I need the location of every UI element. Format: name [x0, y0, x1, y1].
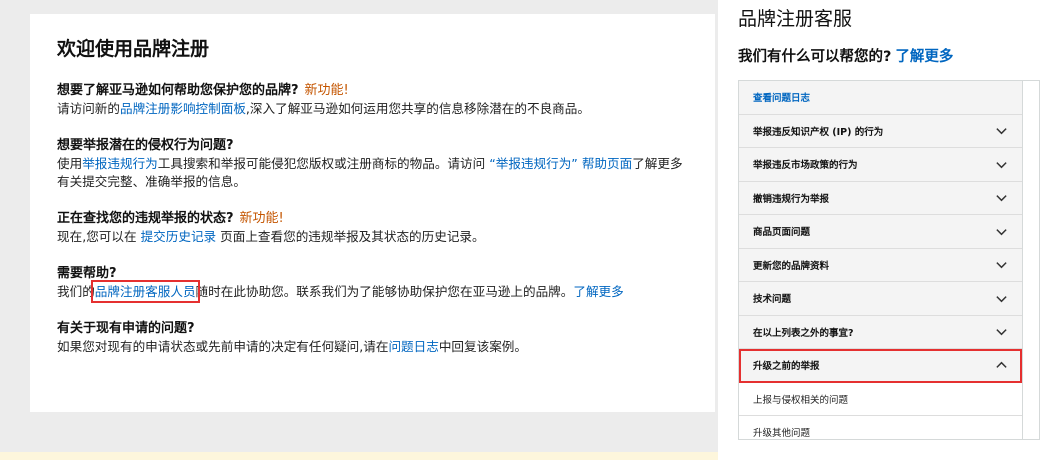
accordion-item-policy-violation[interactable]: 举报违反市场政策的行为 [739, 148, 1022, 182]
section-report-violation: 想要举报潜在的侵权行为问题? 使用举报违规行为工具搜索和举报可能侵犯您版权或注册… [57, 137, 688, 191]
body-text: 现在,您可以在 [57, 229, 141, 244]
heading-text: 想要了解亚马逊如何帮助您保护您的品牌? [57, 83, 299, 98]
body-text: 页面上查看您的违规举报及其状态的历史记录。 [216, 229, 485, 244]
item-label: 商品页面问题 [753, 227, 811, 239]
section-heading: 有关于现有申请的问题? [57, 321, 195, 336]
section-heading: 正在查找您的违规举报的状态? 新功能! [57, 210, 688, 228]
accordion-item-update-brand[interactable]: 更新您的品牌资料 [739, 249, 1022, 282]
chevron-down-icon [996, 228, 1007, 236]
section-body: 使用举报违规行为工具搜索和举报可能侵犯您版权或注册商标的物品。请访问 “举报违规… [57, 155, 688, 191]
section-heading: 需要帮助? [57, 266, 117, 281]
support-accordion: 查看问题日志 举报违反知识产权 (IP) 的行为 举报违反市场政策的行为 撤销违… [738, 80, 1040, 440]
section-heading: 想要了解亚马逊如何帮助您保护您的品牌? 新功能! [57, 82, 688, 100]
body-text: 随时在此协助您。联系我们为了能够协助保护您在亚马逊上的品牌。 [195, 284, 574, 299]
accordion-item-withdraw-report[interactable]: 撤销违规行为举报 [739, 182, 1022, 215]
submission-history-link[interactable]: 提交历史记录 [141, 229, 217, 244]
section-brand-protection: 想要了解亚马逊如何帮助您保护您的品牌? 新功能! 请访问新的品牌注册影响控制面板,… [57, 82, 688, 118]
section-body: 请访问新的品牌注册影响控制面板,深入了解亚马逊如何运用您共享的信息移除潜在的不良… [57, 100, 688, 118]
item-label: 更新您的品牌资料 [753, 260, 830, 272]
learn-more-link[interactable]: 了解更多 [573, 284, 623, 299]
section-body: 我们的品牌注册客服人员随时在此协助您。联系我们为了能够协助保护您在亚马逊上的品牌… [57, 280, 688, 303]
item-label: 撤销违规行为举报 [753, 193, 830, 205]
accordion-item-escalate-report[interactable]: 升级之前的举报 [739, 349, 1022, 383]
item-label: 技术问题 [753, 294, 792, 306]
accordion-item-other-matters[interactable]: 在以上列表之外的事宜? [739, 316, 1022, 349]
body-text: 中回复该案例。 [438, 339, 527, 354]
chevron-down-icon [996, 128, 1007, 135]
heading-text: 正在查找您的违规举报的状态? [57, 211, 234, 226]
new-feature-badge: 新功能! [304, 83, 349, 98]
accordion-item-technical[interactable]: 技术问题 [739, 282, 1022, 316]
chevron-down-icon [996, 161, 1007, 169]
impact-dashboard-link[interactable]: 品牌注册影响控制面板 [120, 101, 246, 116]
section-need-help: 需要帮助? 我们的品牌注册客服人员随时在此协助您。联系我们为了能够协助保护您在亚… [57, 265, 688, 303]
report-violation-link[interactable]: 举报违规行为 [82, 156, 158, 171]
item-label: 上报与侵权相关的问题 [753, 394, 849, 406]
item-label: 举报违反知识产权 (IP) 的行为 [753, 126, 884, 138]
item-label: 升级之前的举报 [753, 361, 820, 373]
accordion-list: 查看问题日志 举报违反知识产权 (IP) 的行为 举报违反市场政策的行为 撤销违… [739, 81, 1023, 439]
item-label: 在以上列表之外的事宜? [753, 327, 854, 339]
chevron-down-icon [996, 295, 1007, 303]
section-body: 现在,您可以在 提交历史记录 页面上查看您的违规举报及其状态的历史记录。 [57, 228, 688, 246]
panel-learn-more-link[interactable]: 了解更多 [895, 49, 953, 65]
item-label: 举报违反市场政策的行为 [753, 160, 858, 172]
section-report-status: 正在查找您的违规举报的状态? 新功能! 现在,您可以在 提交历史记录 页面上查看您… [57, 210, 688, 246]
panel-title: 品牌注册客服 [738, 8, 853, 30]
section-body: 如果您对现有的申请状态或先前申请的决定有任何疑问,请在问题日志中回复该案例。 [57, 338, 688, 356]
item-label: 查看问题日志 [753, 93, 811, 105]
section-heading: 想要举报潜在的侵权行为问题? [57, 138, 234, 153]
report-violation-help-link[interactable]: “举报违规行为” 帮助页面 [489, 156, 632, 171]
brand-support-link[interactable]: 品牌注册客服人员 [90, 280, 200, 303]
body-text: 我们的 [57, 284, 95, 299]
support-panel: 品牌注册客服 我们有什么可以帮您的? 了解更多 查看问题日志 举报违反知识产权 (… [718, 0, 1044, 460]
body-text: 工具搜索和举报可能侵犯您版权或注册商标的物品。请访问 [157, 156, 490, 171]
welcome-card: 欢迎使用品牌注册 想要了解亚马逊如何帮助您保护您的品牌? 新功能! 请访问新的品牌… [30, 14, 715, 412]
help-question: 我们有什么可以帮您的? [738, 49, 892, 65]
body-text: 如果您对现有的申请状态或先前申请的决定有任何疑问,请在 [57, 339, 389, 354]
view-case-log-item[interactable]: 查看问题日志 [739, 81, 1022, 115]
accordion-item-product-page[interactable]: 商品页面问题 [739, 215, 1022, 249]
sub-item-escalate-other[interactable]: 升级其他问题 [739, 416, 1022, 440]
welcome-title: 欢迎使用品牌注册 [57, 38, 210, 60]
chevron-down-icon [996, 195, 1007, 202]
item-label: 升级其他问题 [753, 428, 811, 440]
chevron-up-icon [996, 361, 1007, 368]
accordion-item-ip-violation[interactable]: 举报违反知识产权 (IP) 的行为 [739, 115, 1022, 148]
new-feature-badge: 新功能! [239, 211, 284, 226]
body-text: 请访问新的 [57, 101, 120, 116]
sub-item-escalate-infringement[interactable]: 上报与侵权相关的问题 [739, 382, 1022, 416]
section-existing-application: 有关于现有申请的问题? 如果您对现有的申请状态或先前申请的决定有任何疑问,请在问… [57, 320, 688, 356]
chevron-down-icon [996, 262, 1007, 269]
case-log-link[interactable]: 问题日志 [388, 339, 438, 354]
body-text: ,深入了解亚马逊如何运用您共享的信息移除潜在的不良商品。 [245, 101, 590, 116]
help-line: 我们有什么可以帮您的? 了解更多 [738, 46, 953, 68]
body-text: 使用 [57, 156, 83, 171]
chevron-down-icon [996, 329, 1007, 336]
bottom-banner-strip [0, 452, 718, 460]
